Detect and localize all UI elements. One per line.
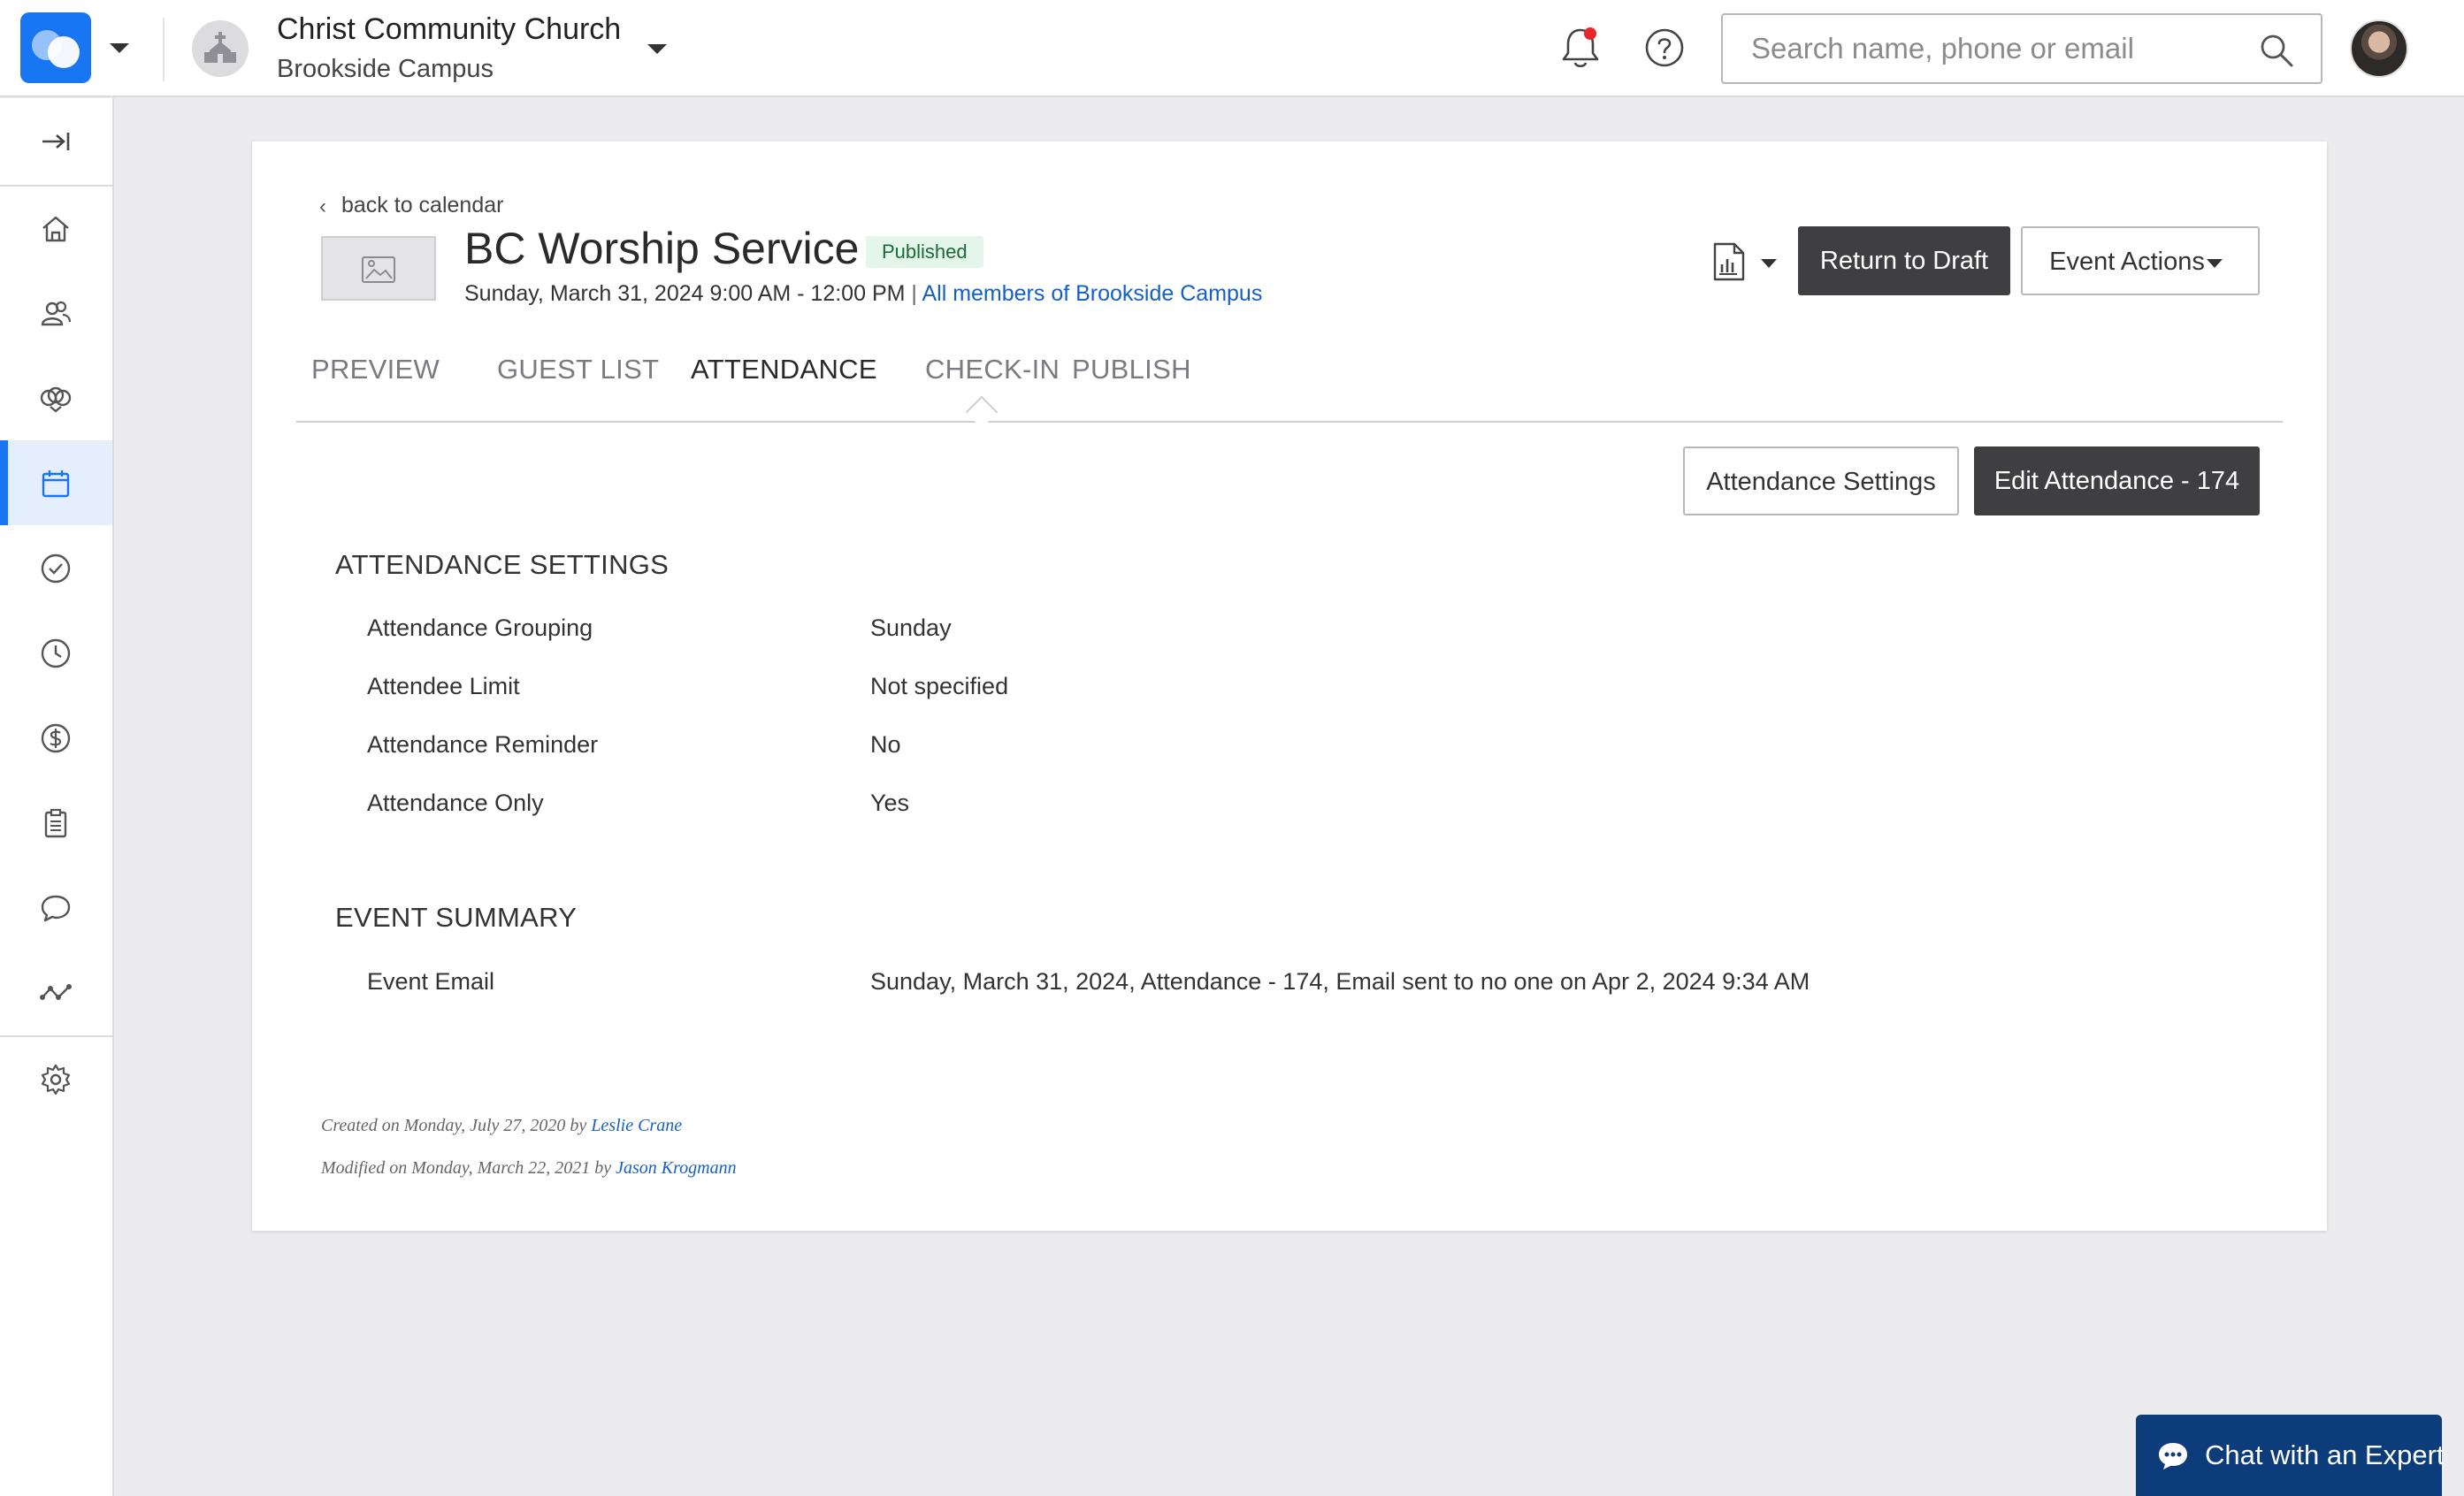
setting-label: Attendee Limit [367, 673, 520, 699]
sidebar-collapse-button[interactable] [0, 98, 112, 185]
back-to-calendar-link[interactable]: back to calendar [341, 193, 503, 218]
created-prefix: Created on Monday, July 27, 2020 by [321, 1116, 587, 1135]
setting-label: Attendance Only [367, 790, 544, 816]
search-input[interactable] [1751, 15, 2246, 82]
notification-dot [1584, 27, 1596, 40]
sidebar-item-giving[interactable] [0, 695, 112, 780]
event-card: ‹ back to calendar BC Worship Service Pu… [252, 141, 2327, 1231]
status-badge: Published [866, 236, 983, 268]
setting-value: No [870, 731, 901, 758]
setting-value: Sunday [870, 614, 952, 641]
user-avatar[interactable] [2350, 19, 2408, 78]
report-dropdown-caret-icon[interactable] [1761, 259, 1777, 268]
audience-link[interactable]: All members of Brookside Campus [922, 281, 1262, 306]
clock-icon [41, 638, 71, 668]
gear-icon [41, 1064, 71, 1095]
summary-label: Event Email [367, 968, 495, 995]
calendar-icon [42, 470, 70, 498]
groups-icon [40, 386, 72, 413]
analytics-icon [40, 984, 72, 1000]
sidebar-item-events[interactable] [0, 440, 112, 525]
campus-name[interactable]: Brookside Campus [277, 55, 494, 84]
event-actions-button[interactable]: Event Actions [2021, 226, 2260, 295]
image-icon [362, 256, 395, 283]
app-switcher-caret-icon[interactable] [110, 43, 129, 53]
setting-value: Yes [870, 790, 910, 816]
setting-value: Not specified [870, 673, 1009, 699]
help-icon[interactable] [1643, 27, 1686, 69]
home-icon [42, 216, 69, 242]
people-icon [41, 301, 72, 326]
search-box [1721, 13, 2322, 84]
chevron-down-icon [2207, 259, 2223, 268]
dollar-icon [41, 723, 71, 753]
event-datetime: Sunday, March 31, 2024 9:00 AM - 12:00 P… [464, 281, 906, 306]
event-meta: Sunday, March 31, 2024 9:00 AM - 12:00 P… [464, 281, 1262, 307]
tab-attendance[interactable]: ATTENDANCE [691, 354, 877, 385]
tab-publish[interactable]: PUBLISH [1072, 354, 1191, 385]
clipboard-icon [44, 808, 67, 838]
back-chevron-icon[interactable]: ‹ [319, 195, 326, 219]
event-title: BC Worship Service [464, 224, 860, 273]
attendance-settings-heading: ATTENDANCE SETTINGS [335, 549, 670, 580]
campus-switcher-caret-icon[interactable] [647, 44, 667, 54]
modified-by-link[interactable]: Jason Krogmann [616, 1158, 736, 1178]
sidebar [0, 98, 114, 1496]
chat-with-expert-button[interactable]: Chat with an Expert [2136, 1415, 2445, 1496]
divider [163, 18, 165, 81]
event-image-placeholder[interactable] [321, 236, 436, 301]
edit-attendance-button[interactable]: Edit Attendance - 174 [1974, 447, 2260, 515]
logo-circle [48, 36, 80, 68]
event-tabs: PREVIEW GUEST LIST ATTENDANCE CHECK-IN P… [296, 354, 2283, 423]
check-circle-icon [41, 553, 71, 584]
collapse-arrow-icon [42, 133, 70, 150]
sidebar-item-home[interactable] [0, 186, 112, 271]
chat-label: Chat with an Expert [2205, 1439, 2445, 1470]
tab-guest-list[interactable]: GUEST LIST [497, 354, 659, 385]
chat-icon [41, 895, 71, 922]
setting-label: Attendance Reminder [367, 731, 599, 758]
sidebar-item-people[interactable] [0, 271, 112, 355]
sidebar-item-tasks[interactable] [0, 525, 112, 610]
setting-label: Attendance Grouping [367, 614, 593, 641]
search-icon[interactable] [2259, 33, 2294, 68]
sidebar-item-forms[interactable] [0, 780, 112, 865]
tab-check-in[interactable]: CHECK-IN [925, 354, 1060, 385]
bell-icon[interactable] [1559, 25, 1602, 71]
created-note: Created on Monday, July 27, 2020 by Lesl… [321, 1116, 682, 1136]
church-icon[interactable] [192, 20, 249, 77]
created-by-link[interactable]: Leslie Crane [591, 1116, 682, 1135]
modified-note: Modified on Monday, March 22, 2021 by Ja… [321, 1158, 737, 1179]
sidebar-item-history[interactable] [0, 610, 112, 695]
summary-value: Sunday, March 31, 2024, Attendance - 174… [870, 968, 1810, 995]
sidebar-item-groups[interactable] [0, 355, 112, 440]
event-summary-heading: EVENT SUMMARY [335, 902, 578, 933]
chat-bubble-icon [2159, 1443, 2187, 1469]
meta-separator: | [911, 281, 917, 306]
event-actions-label: Event Actions [2049, 248, 2205, 276]
attendance-settings-button[interactable]: Attendance Settings [1683, 447, 1959, 515]
org-name[interactable]: Christ Community Church [277, 12, 621, 47]
app-logo[interactable] [20, 12, 91, 83]
tab-preview[interactable]: PREVIEW [311, 354, 440, 385]
return-to-draft-button[interactable]: Return to Draft [1798, 226, 2010, 295]
top-bar: Christ Community Church Brookside Campus [0, 0, 2464, 97]
sidebar-item-messages[interactable] [0, 865, 112, 950]
sidebar-item-insights[interactable] [0, 950, 112, 1034]
report-icon[interactable] [1712, 241, 1746, 282]
sidebar-item-settings[interactable] [0, 1036, 112, 1121]
modified-prefix: Modified on Monday, March 22, 2021 by [321, 1158, 612, 1178]
